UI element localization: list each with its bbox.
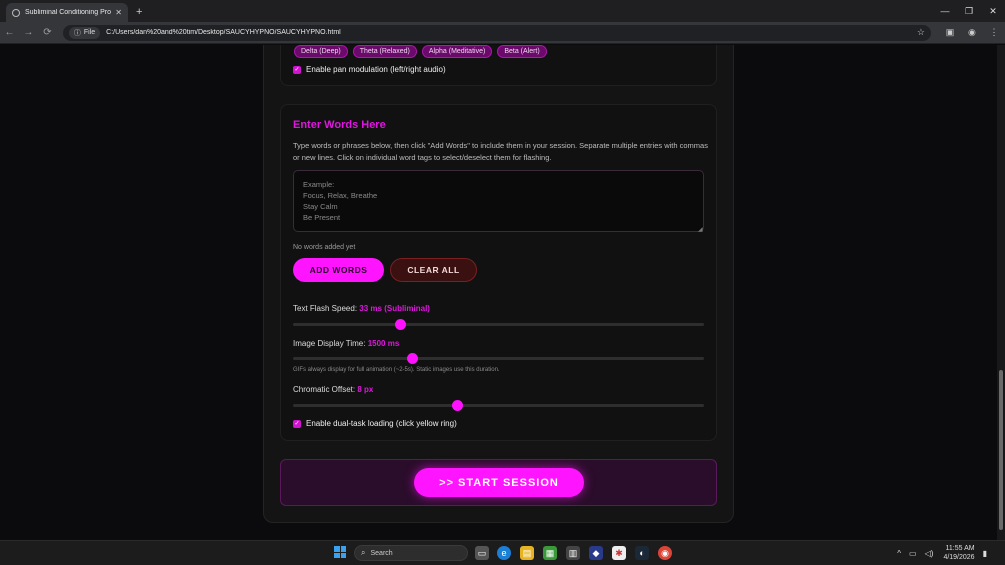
restore-button[interactable]: ❐ [957,6,981,17]
notification-icon[interactable]: ▮ [983,549,987,558]
dual-task-checkbox[interactable]: ✓ [293,419,301,428]
task-view-icon[interactable]: ▭ [475,546,489,560]
network-icon[interactable]: ▭ [909,549,917,558]
file-explorer-icon[interactable]: ▤ [520,546,534,560]
chromatic-label: Chromatic Offset: 8 px [293,385,373,394]
scrollbar-thumb[interactable] [999,370,1003,530]
wave-preset-row: Delta (Deep) Theta (Relaxed) Alpha (Medi… [294,45,547,58]
chrome-icon[interactable]: ◉ [658,546,672,560]
preset-delta[interactable]: Delta (Deep) [294,45,348,58]
image-time-label: Image Display Time: 1500 ms [293,339,399,348]
app-icon[interactable]: ◆ [589,546,603,560]
close-tab-icon[interactable]: ✕ [115,8,122,17]
tab-strip: Subliminal Conditioning Progr... ✕ + — ❐… [0,0,1005,22]
page-scrollbar[interactable] [997,45,1005,540]
side-panel-icon[interactable]: ▣ [939,27,961,38]
info-icon: ⓘ [73,29,81,37]
bookmark-star-icon[interactable]: ☆ [917,27,925,38]
menu-icon[interactable]: ⋮ [983,27,1005,38]
photos-icon[interactable]: ▦ [543,546,557,560]
globe-icon [12,8,20,17]
minimize-button[interactable]: — [933,6,957,16]
dual-task-label: Enable dual-task loading (click yellow r… [306,419,457,428]
clock-date: 4/19/2026 [943,554,975,561]
resize-handle-icon[interactable]: ◢ [698,226,703,233]
pan-modulation-label: Enable pan modulation (left/right audio) [306,65,446,74]
image-time-value: 1500 ms [367,339,400,348]
taskbar-search[interactable]: ⌕ Search [354,545,468,561]
windows-start-icon[interactable] [334,546,346,558]
image-time-note: GIFs always display for full animation (… [293,367,500,373]
edge-icon[interactable]: e [497,546,511,560]
game-icon[interactable]: ✱ [612,546,626,560]
toolbar-right: ▣ ◉ ⋮ [939,27,1005,38]
flash-speed-slider[interactable] [293,319,704,330]
new-tab-button[interactable]: + [136,6,142,18]
taskbar-search-label: Search [370,549,393,557]
pan-modulation-option[interactable]: ✓ Enable pan modulation (left/right audi… [293,65,446,74]
file-chip-label: File [83,29,96,36]
flash-speed-label-text: Text Flash Speed: [293,304,358,313]
clock[interactable]: 11:55 AM 4/19/2026 [943,544,974,562]
flash-speed-label: Text Flash Speed: 33 ms (Subliminal) [293,304,430,313]
image-time-label-text: Image Display Time: [293,339,366,348]
back-arrow-icon[interactable]: ← [0,27,19,38]
clock-time: 11:55 AM [945,545,975,552]
dual-task-option[interactable]: ✓ Enable dual-task loading (click yellow… [293,419,457,428]
url-text[interactable]: C:/Users/dan%20and%20tim/Desktop/SAUCYHY… [106,29,917,36]
add-words-button[interactable]: ADD WORDS [293,258,384,282]
preset-beta[interactable]: Beta (Alert) [497,45,547,58]
start-session-button[interactable]: >> START SESSION [414,468,584,497]
preset-theta[interactable]: Theta (Relaxed) [352,45,417,58]
browser-tab[interactable]: Subliminal Conditioning Progr... ✕ [6,3,128,22]
preset-alpha[interactable]: Alpha (Meditative) [421,45,493,58]
profile-icon[interactable]: ◉ [961,27,983,38]
image-time-slider[interactable] [293,353,704,364]
chromatic-slider[interactable] [293,400,704,411]
chromatic-label-text: Chromatic Offset: [293,385,356,394]
forward-arrow-icon[interactable]: → [19,27,38,38]
words-status: No words added yet [293,244,356,251]
address-bar: ← → ⟳ ⓘ File C:/Users/dan%20and%20tim/Des… [0,22,1005,44]
terminal-icon[interactable]: ▥ [566,546,580,560]
words-description: Type words or phrases below, then click … [293,141,708,162]
close-window-button[interactable]: ✕ [981,6,1005,17]
chromatic-value: 8 px [357,385,374,394]
words-textarea[interactable]: Example: Focus, Relax, Breathe Stay Calm… [293,170,704,232]
clear-all-button[interactable]: CLEAR ALL [390,258,477,282]
volume-icon[interactable]: ◁) [925,549,934,558]
search-icon: ⌕ [361,548,366,557]
system-tray: ^ ▭ ◁) 11:55 AM 4/19/2026 ▮ [893,544,991,562]
pan-modulation-checkbox[interactable]: ✓ [293,65,301,74]
window-controls: — ❐ ✕ [933,0,1005,22]
words-heading: Enter Words Here [293,119,386,131]
flash-speed-value: 33 ms (Subliminal) [359,304,430,313]
file-info-chip[interactable]: ⓘ File [68,26,101,39]
reload-icon[interactable]: ⟳ [38,27,57,38]
tab-title: Subliminal Conditioning Progr... [25,9,111,16]
chevron-up-icon[interactable]: ^ [897,549,901,558]
flash-speed-thumb[interactable] [394,319,406,330]
omnibox[interactable]: ⓘ File C:/Users/dan%20and%20tim/Desktop/S… [62,24,931,41]
steam-icon[interactable]: ◐ [635,546,649,560]
taskbar: ⌕ Search ▭ e ▤ ▦ ▥ ◆ ✱ ◐ ◉ ^ ▭ ◁) 11:55 … [0,540,1005,565]
page-viewport: Delta (Deep) Theta (Relaxed) Alpha (Medi… [0,45,1005,540]
